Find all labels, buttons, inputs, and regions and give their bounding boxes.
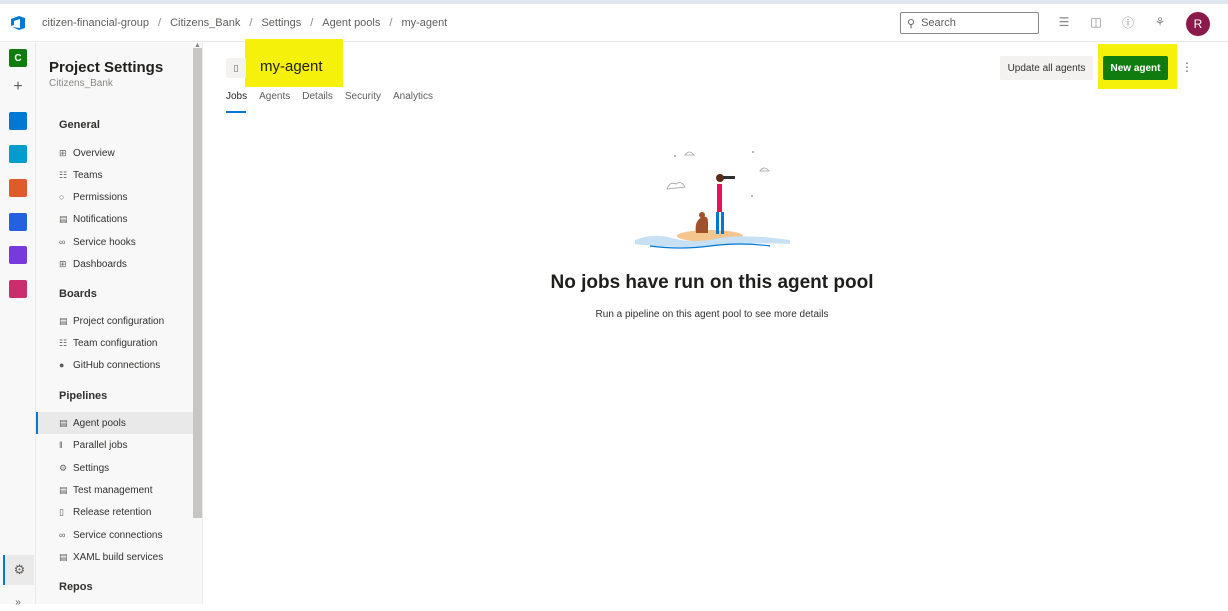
team-config-icon: ☷ [59, 337, 68, 348]
active-tab-indicator [226, 111, 246, 113]
github-icon: ● [59, 360, 65, 370]
nav-item-agent-pools[interactable]: ▤ Agent pools [36, 412, 193, 434]
nav-item-release-retention[interactable]: ▯ Release retention [36, 501, 193, 523]
nav-item-service-connections[interactable]: ∞ Service connections [36, 524, 193, 546]
breadcrumb-current[interactable]: my-agent [401, 17, 447, 29]
nav-section-pipelines: Pipelines [59, 390, 108, 402]
nav-item-label: Test management [73, 484, 153, 496]
azure-devops-logo-icon[interactable] [0, 4, 36, 42]
top-bar: citizen-financial-group / Citizens_Bank … [0, 4, 1228, 42]
dashboard-icon: ⊞ [59, 258, 67, 269]
nav-item-parallel-jobs[interactable]: ‖ Parallel jobs [36, 434, 193, 456]
nav-item-label: Service hooks [73, 236, 136, 248]
nav-item-label: Parallel jobs [73, 439, 128, 451]
empty-state-subtitle: Run a pipeline on this agent pool to see… [595, 309, 829, 320]
breadcrumb-separator: / [389, 16, 393, 29]
pipelines-icon[interactable] [9, 213, 27, 231]
page-header: ▯ [226, 58, 246, 78]
lock-icon: ○ [59, 192, 65, 202]
nav-section-repos: Repos [59, 581, 93, 593]
nav-subtitle: Citizens_Bank [49, 78, 113, 89]
nav-title: Project Settings [49, 59, 164, 76]
search-placeholder: Search [921, 17, 956, 29]
breadcrumb: citizen-financial-group / Citizens_Bank … [42, 17, 447, 29]
breadcrumb-org[interactable]: citizen-financial-group [42, 17, 149, 29]
nav-item-label: Agent pools [73, 417, 126, 429]
test-plans-icon[interactable] [9, 246, 27, 264]
tab-analytics[interactable]: Analytics [393, 91, 433, 102]
avatar[interactable]: R [1186, 12, 1210, 36]
nav-item-label: GitHub connections [73, 359, 161, 371]
repos-icon[interactable] [9, 179, 27, 197]
hook-icon: ∞ [59, 237, 66, 247]
test-icon: ▤ [59, 484, 68, 495]
nav-item-xaml-build-services[interactable]: ▤ XAML build services [36, 546, 193, 568]
nav-item-test-management[interactable]: ▤ Test management [36, 479, 193, 501]
breadcrumb-separator: / [158, 16, 162, 29]
nav-item-label: Overview [73, 147, 115, 159]
teams-icon: ☷ [59, 169, 68, 180]
breadcrumb-agent-pools[interactable]: Agent pools [322, 17, 380, 29]
page-title: my-agent [260, 58, 323, 75]
nav-item-label: Permissions [73, 191, 128, 203]
list-icon[interactable]: ☰ [1055, 13, 1073, 31]
nav-item-teams[interactable]: ☷ Teams [36, 164, 193, 186]
breadcrumb-project[interactable]: Citizens_Bank [170, 17, 240, 29]
nav-item-team-configuration[interactable]: ☷ Team configuration [36, 332, 193, 354]
nav-item-label: Team configuration [73, 337, 158, 349]
new-agent-button[interactable]: New agent [1103, 56, 1168, 80]
overview-icon[interactable] [9, 112, 27, 130]
boards-icon[interactable] [9, 145, 27, 163]
build-icon: ▤ [59, 551, 68, 562]
nav-item-label: Notifications [73, 213, 128, 225]
top-icons: ☰ ◫ ⓘ ⚘ [1055, 13, 1169, 31]
nav-item-label: Teams [73, 169, 103, 181]
tab-details[interactable]: Details [302, 91, 333, 102]
nav-item-label: Release retention [73, 506, 152, 518]
user-settings-icon[interactable]: ⚘ [1151, 13, 1169, 31]
more-options-icon[interactable]: ⋮ [1181, 60, 1193, 74]
retention-icon: ▯ [59, 506, 64, 517]
nav-item-label: Settings [73, 462, 110, 474]
breadcrumb-settings[interactable]: Settings [261, 17, 301, 29]
overview-icon: ⊞ [59, 147, 67, 158]
nav-item-label: Dashboards [73, 258, 127, 270]
update-all-agents-button[interactable]: Update all agents [1000, 56, 1093, 80]
shopping-bag-icon[interactable]: ◫ [1087, 13, 1105, 31]
help-icon[interactable]: ⓘ [1119, 13, 1137, 31]
nav-item-service-hooks[interactable]: ∞ Service hooks [36, 231, 193, 253]
notification-icon: ▤ [59, 213, 68, 224]
nav-item-notifications[interactable]: ▤ Notifications [36, 208, 193, 230]
nav-item-label: Service connections [73, 529, 163, 541]
plus-icon[interactable]: + [9, 78, 27, 96]
nav-item-permissions[interactable]: ○ Permissions [36, 186, 193, 208]
gear-icon: ⚙ [59, 462, 68, 473]
settings-nav: Project Settings Citizens_Bank General ⊞… [36, 43, 203, 604]
breadcrumb-separator: / [310, 16, 314, 29]
breadcrumb-separator: / [249, 16, 253, 29]
project-settings-icon[interactable]: ⚙ [3, 555, 34, 585]
parallel-icon: ‖ [59, 440, 63, 450]
search-input[interactable]: ⚲ Search [900, 12, 1039, 34]
agent-pool-icon: ▤ [59, 417, 68, 428]
expand-icon[interactable]: » [9, 593, 27, 611]
nav-item-settings[interactable]: ⚙ Settings [36, 457, 193, 479]
empty-state-illustration [635, 151, 790, 249]
nav-section-general: General [59, 119, 100, 131]
nav-item-overview[interactable]: ⊞ Overview [36, 142, 193, 164]
agent-pool-icon: ▯ [226, 58, 246, 78]
tab-agents[interactable]: Agents [259, 91, 290, 102]
nav-item-label: XAML build services [73, 551, 164, 563]
connection-icon: ∞ [59, 530, 66, 540]
search-icon: ⚲ [907, 17, 916, 30]
tab-bar: Jobs Agents Details Security Analytics [226, 91, 433, 102]
tab-jobs[interactable]: Jobs [226, 91, 247, 102]
empty-state-title: No jobs have run on this agent pool [550, 272, 874, 293]
left-rail: C + ⚙ » [0, 43, 36, 608]
org-icon[interactable]: C [9, 49, 27, 67]
nav-item-github-connections[interactable]: ● GitHub connections [36, 354, 193, 376]
tab-security[interactable]: Security [345, 91, 381, 102]
